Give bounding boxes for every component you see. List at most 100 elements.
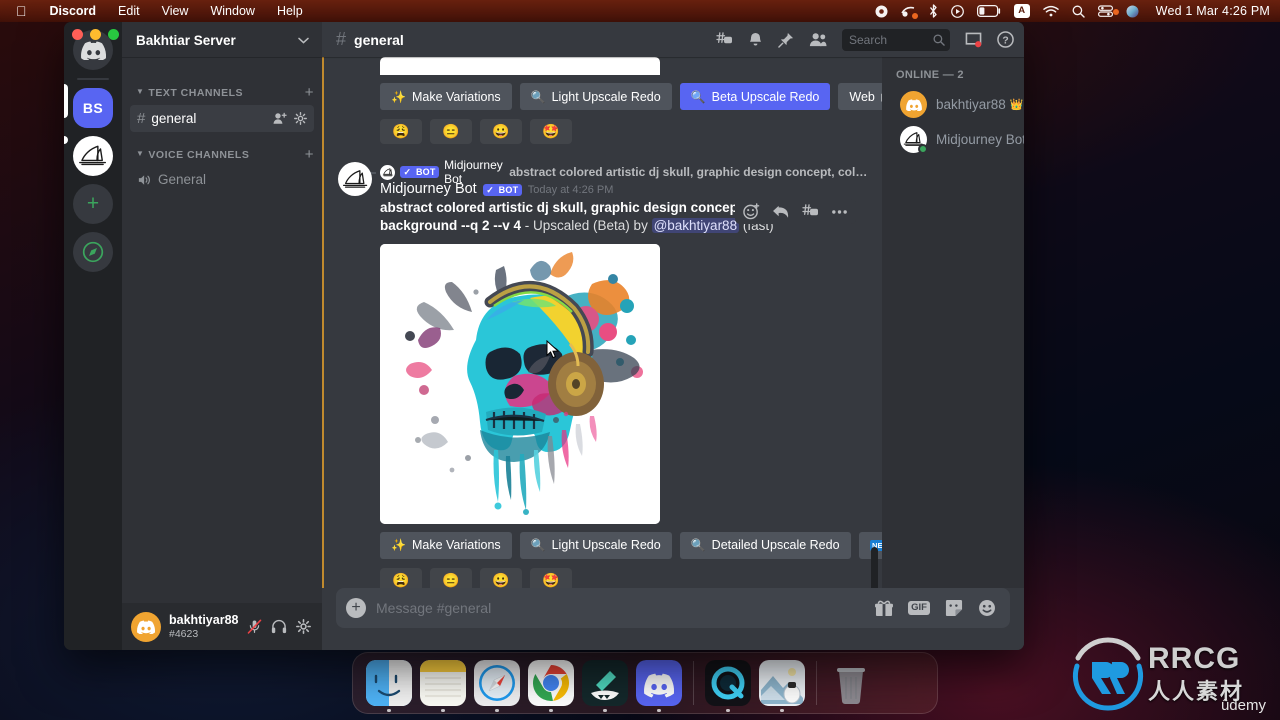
reaction-star-struck[interactable]: 🤩	[530, 119, 572, 144]
attachment-image-partial[interactable]	[380, 57, 660, 75]
reply-reference[interactable]: ✓ BOT Midjourney Bot abstract colored ar…	[322, 158, 868, 186]
bluetooth-icon[interactable]	[929, 4, 938, 18]
minimize-button[interactable]	[90, 29, 101, 40]
dock-item-chrome[interactable]	[524, 656, 578, 712]
gift-icon[interactable]	[875, 600, 894, 617]
wifi-icon[interactable]	[1042, 5, 1059, 17]
more-options-icon[interactable]	[831, 209, 848, 215]
dock-item-finder[interactable]	[362, 656, 416, 712]
menubar-left:  Discord Edit View Window Help	[0, 0, 314, 22]
member-list: ONLINE — 2 bakhtiyar88 👑 Midjourney Bot	[882, 57, 1024, 588]
dock-item-trash[interactable]	[824, 656, 878, 710]
members-icon[interactable]	[809, 32, 827, 47]
category-text-channels[interactable]: ▼ TEXT CHANNELS +	[122, 71, 322, 104]
avatar[interactable]	[338, 162, 372, 196]
threads-icon[interactable]	[716, 32, 733, 47]
dock-item-notes[interactable]	[416, 656, 470, 712]
reaction-weary[interactable]: 😩	[380, 119, 422, 144]
sticker-icon[interactable]	[945, 599, 963, 617]
gif-icon[interactable]: GIF	[908, 600, 930, 616]
sidebar-channel-general[interactable]: # general	[130, 105, 314, 132]
server-name-header[interactable]: Bakhtiar Server	[122, 23, 322, 57]
menu-item-window[interactable]: Window	[199, 0, 265, 22]
input-source-icon[interactable]: A	[1013, 4, 1030, 18]
emoji-icon[interactable]	[978, 599, 996, 617]
rail-item-midjourney-server[interactable]	[73, 136, 113, 176]
dock-item-quicktime[interactable]	[701, 656, 755, 712]
dock-item-preview[interactable]	[755, 656, 809, 712]
attachment-image[interactable]	[380, 243, 660, 524]
bell-icon[interactable]	[748, 32, 763, 48]
avatar[interactable]	[131, 611, 161, 642]
close-button[interactable]	[72, 29, 83, 40]
external-link-icon	[881, 93, 882, 102]
pin-icon[interactable]	[778, 32, 794, 48]
button-light-upscale-redo[interactable]: 🔍 Light Upscale Redo	[519, 83, 672, 110]
cleanshot-icon[interactable]	[901, 5, 918, 19]
create-voice-channel-icon[interactable]: +	[305, 146, 314, 163]
message-list[interactable]: ✨ Make Variations 🔍 Light Upscale Redo 🔍…	[322, 57, 882, 588]
hash-icon: #	[336, 29, 347, 49]
reply-icon[interactable]	[772, 204, 790, 219]
menu-item-help[interactable]: Help	[266, 0, 314, 22]
magnifier-icon: 🔍	[530, 538, 546, 553]
menu-item-edit[interactable]: Edit	[107, 0, 151, 22]
menu-item-view[interactable]: View	[151, 0, 200, 22]
mic-muted-icon[interactable]	[247, 619, 262, 634]
reaction-expressionless[interactable]: 😑	[430, 119, 472, 144]
member-bakhtiyar88[interactable]: bakhtiyar88 👑	[888, 87, 1024, 122]
create-thread-icon[interactable]	[802, 204, 819, 219]
menu-item-discord[interactable]: Discord	[39, 0, 108, 22]
create-channel-icon[interactable]: +	[305, 84, 314, 101]
channel-sidebar: Bakhtiar Server ▼ TEXT CHANNELS + # gene…	[122, 22, 322, 650]
control-center-icon[interactable]	[1097, 4, 1119, 18]
dock-item-wondershare[interactable]	[578, 656, 632, 712]
mention-bakhtiyar88[interactable]: @bakhtiyar88	[651, 217, 740, 233]
spotlight-search-icon[interactable]	[1072, 5, 1085, 18]
button-detailed-upscale-redo[interactable]: 🔍 Detailed Upscale Redo	[679, 531, 851, 559]
quicktime-icon	[705, 660, 751, 706]
button-make-variations[interactable]: ✨ Make Variations	[380, 531, 512, 559]
reply-author: Midjourney Bot	[444, 158, 503, 186]
message-scrollbar[interactable]	[871, 547, 878, 588]
reaction-grinning[interactable]: 😀	[480, 119, 522, 144]
rail-item-explore[interactable]	[73, 232, 113, 272]
chevron-down-icon: ▼	[136, 87, 145, 96]
button-web[interactable]: Web	[838, 83, 882, 110]
siri-icon[interactable]	[1126, 5, 1139, 18]
button-beta-upscale-redo[interactable]: 🔍 Beta Upscale Redo	[679, 83, 831, 110]
apple-logo-icon[interactable]: 	[12, 0, 39, 22]
gear-icon[interactable]	[296, 619, 311, 634]
finder-icon	[366, 660, 412, 706]
menubar-clock[interactable]: Wed 1 Mar 4:26 PM	[1152, 4, 1270, 18]
dock-item-safari[interactable]	[470, 656, 524, 712]
add-reaction-icon[interactable]	[743, 203, 760, 220]
sidebar-channel-general-voice[interactable]: General	[130, 167, 314, 192]
message-input[interactable]: Message #general	[376, 600, 865, 616]
record-icon[interactable]	[875, 5, 888, 18]
reaction-weary[interactable]: 😩	[380, 567, 422, 588]
screen-record-icon[interactable]	[950, 4, 964, 18]
help-icon[interactable]: ?	[997, 31, 1014, 48]
member-midjourney-bot[interactable]: Midjourney Bot ✓ BOT	[888, 122, 1024, 157]
message-suffix-pre: - Upscaled (Beta) by	[521, 217, 652, 233]
search-input[interactable]: Search	[842, 28, 950, 51]
window-traffic-lights	[72, 29, 119, 40]
dock-item-discord[interactable]	[632, 656, 686, 712]
reaction-star-struck[interactable]: 🤩	[530, 567, 572, 588]
reaction-expressionless[interactable]: 😑	[430, 567, 472, 588]
button-make-variations[interactable]: ✨ Make Variations	[380, 83, 512, 110]
upload-attachment-icon[interactable]: +	[346, 598, 366, 618]
rail-item-add-server[interactable]: +	[73, 184, 113, 224]
inbox-icon[interactable]	[965, 32, 982, 48]
maximize-button[interactable]	[108, 29, 119, 40]
dock-divider	[816, 661, 817, 705]
battery-icon[interactable]	[976, 5, 1001, 17]
reaction-grinning[interactable]: 😀	[480, 567, 522, 588]
button-light-upscale-redo[interactable]: 🔍 Light Upscale Redo	[519, 531, 672, 559]
member-name-row: bakhtiyar88 👑	[936, 97, 1024, 112]
headphones-icon[interactable]	[271, 619, 287, 634]
composer-inner[interactable]: + Message #general GIF	[336, 588, 1010, 628]
rail-item-bakhtiar-server[interactable]: BS	[73, 88, 113, 128]
category-voice-channels[interactable]: ▼ VOICE CHANNELS +	[122, 133, 322, 166]
